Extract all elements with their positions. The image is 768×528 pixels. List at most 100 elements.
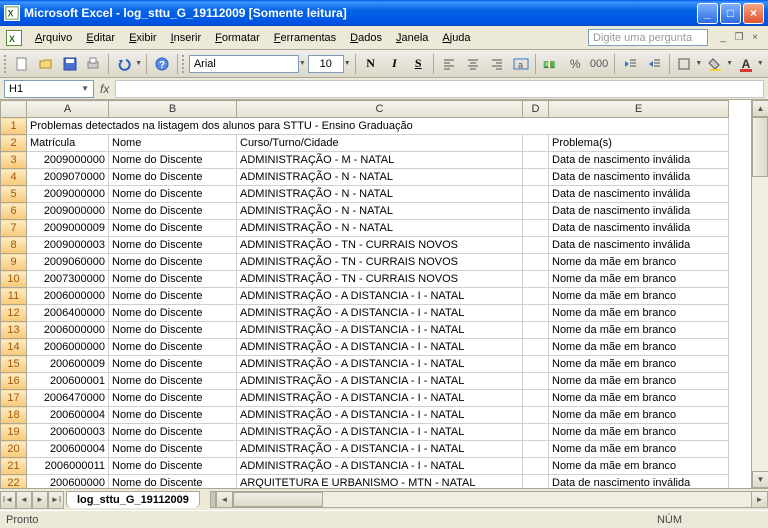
- menu-dados[interactable]: Dados: [343, 29, 389, 47]
- row-header[interactable]: 2: [1, 135, 27, 152]
- cell[interactable]: ADMINISTRAÇÃO - N - NATAL: [237, 203, 523, 220]
- cell[interactable]: 2006400000: [27, 305, 109, 322]
- underline-button[interactable]: S: [407, 53, 429, 75]
- merge-center-button[interactable]: a: [510, 53, 532, 75]
- cell[interactable]: ADMINISTRAÇÃO - A DISTANCIA - I - NATAL: [237, 441, 523, 458]
- cell[interactable]: [523, 254, 549, 271]
- cell[interactable]: ARQUITETURA E URBANISMO - MTN - NATAL: [237, 475, 523, 489]
- row-header[interactable]: 21: [1, 458, 27, 475]
- row-header[interactable]: 13: [1, 322, 27, 339]
- font-name-input[interactable]: [189, 55, 299, 73]
- row-header[interactable]: 12: [1, 305, 27, 322]
- cell[interactable]: Nome da mãe em branco: [549, 254, 729, 271]
- fill-color-dropdown[interactable]: ▼: [726, 60, 733, 67]
- cell[interactable]: [523, 356, 549, 373]
- cell[interactable]: Data de nascimento inválida: [549, 186, 729, 203]
- table-row[interactable]: 62009000000Nome do DiscenteADMINISTRAÇÃO…: [1, 203, 729, 220]
- tab-nav-last[interactable]: ►I: [48, 491, 64, 509]
- cell[interactable]: [523, 424, 549, 441]
- percent-button[interactable]: %: [564, 53, 586, 75]
- row-header[interactable]: 11: [1, 288, 27, 305]
- col-header-B[interactable]: B: [109, 101, 237, 118]
- menu-arquivo[interactable]: Arquivo: [28, 29, 79, 47]
- cell[interactable]: Nome do Discente: [109, 305, 237, 322]
- table-row[interactable]: 42009070000Nome do DiscenteADMINISTRAÇÃO…: [1, 169, 729, 186]
- cell[interactable]: Nome da mãe em branco: [549, 407, 729, 424]
- cell[interactable]: [523, 441, 549, 458]
- table-row[interactable]: 132006000000Nome do DiscenteADMINISTRAÇÃ…: [1, 322, 729, 339]
- cell[interactable]: ADMINISTRAÇÃO - A DISTANCIA - I - NATAL: [237, 373, 523, 390]
- menu-janela[interactable]: Janela: [389, 29, 435, 47]
- row-header[interactable]: 20: [1, 441, 27, 458]
- cell[interactable]: [523, 169, 549, 186]
- cell[interactable]: Nome da mãe em branco: [549, 441, 729, 458]
- cell[interactable]: ADMINISTRAÇÃO - A DISTANCIA - I - NATAL: [237, 322, 523, 339]
- table-row[interactable]: 22200600000Nome do DiscenteARQUITETURA E…: [1, 475, 729, 489]
- table-row[interactable]: 172006470000Nome do DiscenteADMINISTRAÇÃ…: [1, 390, 729, 407]
- cell[interactable]: [523, 475, 549, 489]
- table-row[interactable]: 212006000011Nome do DiscenteADMINISTRAÇÃ…: [1, 458, 729, 475]
- menu-ajuda[interactable]: Ajuda: [435, 29, 477, 47]
- table-row[interactable]: 2MatrículaNomeCurso/Turno/CidadeProblema…: [1, 135, 729, 152]
- cell[interactable]: Data de nascimento inválida: [549, 152, 729, 169]
- cell[interactable]: Nome do Discente: [109, 424, 237, 441]
- row-header[interactable]: 15: [1, 356, 27, 373]
- row-header[interactable]: 1: [1, 118, 27, 135]
- menu-formatar[interactable]: Formatar: [208, 29, 267, 47]
- cell[interactable]: ADMINISTRAÇÃO - A DISTANCIA - I - NATAL: [237, 356, 523, 373]
- cell[interactable]: [523, 186, 549, 203]
- table-row[interactable]: 18200600004Nome do DiscenteADMINISTRAÇÃO…: [1, 407, 729, 424]
- tab-nav-next[interactable]: ►: [32, 491, 48, 509]
- font-size-dropdown[interactable]: ▼: [344, 60, 351, 67]
- row-header[interactable]: 10: [1, 271, 27, 288]
- mdi-close-button[interactable]: ×: [748, 31, 762, 45]
- spreadsheet-grid[interactable]: A B C D E 1Problemas detectados na lista…: [0, 100, 729, 488]
- menu-ferramentas[interactable]: Ferramentas: [267, 29, 343, 47]
- cell[interactable]: 2009000000: [27, 152, 109, 169]
- cell[interactable]: 2009000009: [27, 220, 109, 237]
- formula-bar[interactable]: [115, 80, 764, 98]
- row-header[interactable]: 17: [1, 390, 27, 407]
- row-header[interactable]: 22: [1, 475, 27, 489]
- save-button[interactable]: [59, 53, 81, 75]
- help-button[interactable]: ?: [151, 53, 173, 75]
- scroll-thumb-horizontal[interactable]: [233, 492, 323, 507]
- toolbar-handle[interactable]: [4, 55, 7, 73]
- cell[interactable]: ADMINISTRAÇÃO - A DISTANCIA - I - NATAL: [237, 288, 523, 305]
- cell[interactable]: Nome do Discente: [109, 407, 237, 424]
- menu-editar[interactable]: Editar: [79, 29, 122, 47]
- cell[interactable]: Nome: [109, 135, 237, 152]
- fill-color-button[interactable]: [704, 53, 726, 75]
- table-row[interactable]: 16200600001Nome do DiscenteADMINISTRAÇÃO…: [1, 373, 729, 390]
- cell[interactable]: Nome da mãe em branco: [549, 288, 729, 305]
- cell[interactable]: Nome do Discente: [109, 220, 237, 237]
- table-row[interactable]: 92009060000Nome do DiscenteADMINISTRAÇÃO…: [1, 254, 729, 271]
- cell[interactable]: Nome do Discente: [109, 186, 237, 203]
- row-header[interactable]: 5: [1, 186, 27, 203]
- cell[interactable]: ADMINISTRAÇÃO - A DISTANCIA - I - NATAL: [237, 339, 523, 356]
- cell[interactable]: [523, 220, 549, 237]
- print-button[interactable]: [82, 53, 104, 75]
- cell[interactable]: 2006000000: [27, 288, 109, 305]
- col-header-C[interactable]: C: [237, 101, 523, 118]
- cell[interactable]: ADMINISTRAÇÃO - TN - CURRAIS NOVOS: [237, 271, 523, 288]
- cell[interactable]: Nome do Discente: [109, 390, 237, 407]
- cell[interactable]: ADMINISTRAÇÃO - TN - CURRAIS NOVOS: [237, 254, 523, 271]
- cell[interactable]: [523, 407, 549, 424]
- row-header[interactable]: 16: [1, 373, 27, 390]
- cell[interactable]: Nome da mãe em branco: [549, 356, 729, 373]
- cell[interactable]: [523, 339, 549, 356]
- cell[interactable]: [523, 237, 549, 254]
- cell[interactable]: 2009000000: [27, 186, 109, 203]
- name-box[interactable]: H1▼: [4, 80, 94, 98]
- cell[interactable]: ADMINISTRAÇÃO - A DISTANCIA - I - NATAL: [237, 305, 523, 322]
- cell[interactable]: ADMINISTRAÇÃO - TN - CURRAIS NOVOS: [237, 237, 523, 254]
- row-header[interactable]: 4: [1, 169, 27, 186]
- font-color-button[interactable]: A: [735, 53, 757, 75]
- borders-dropdown[interactable]: ▼: [695, 60, 702, 67]
- cell[interactable]: Data de nascimento inválida: [549, 220, 729, 237]
- align-right-button[interactable]: [486, 53, 508, 75]
- cell[interactable]: [523, 458, 549, 475]
- cell[interactable]: Nome do Discente: [109, 475, 237, 489]
- cell[interactable]: [523, 152, 549, 169]
